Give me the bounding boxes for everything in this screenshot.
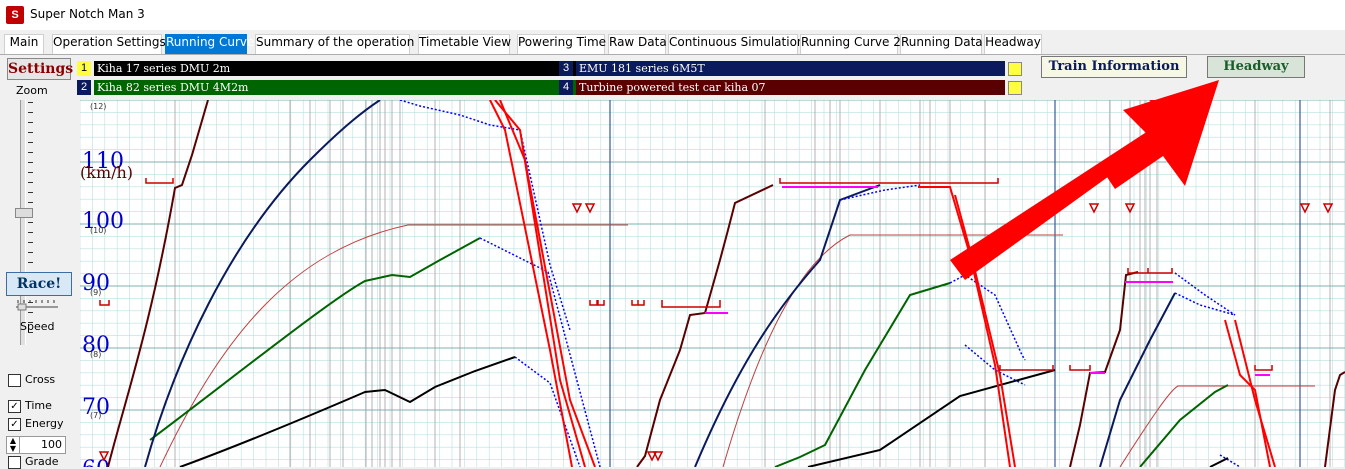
train-number: 2 <box>77 80 91 95</box>
grade-checkbox[interactable] <box>8 456 21 469</box>
zoom-tick <box>28 172 33 173</box>
y-small-label: (8) <box>90 350 101 359</box>
triangle-icon <box>652 451 664 462</box>
tab-main[interactable]: Main <box>4 34 44 54</box>
series-emu181-3 <box>1099 292 1176 467</box>
annotation-arrow-head-icon <box>1103 80 1219 189</box>
tab-continuous-simulation[interactable]: Continuous Simulation <box>668 34 805 54</box>
triangle-icon <box>1322 203 1334 214</box>
triangle-icon <box>584 203 596 214</box>
series-kiha17-coast <box>514 356 581 467</box>
window-title: Super Notch Man 3 <box>30 7 145 21</box>
brake-curve-6 <box>1224 319 1271 467</box>
time-label: Time <box>25 399 52 412</box>
speed-label: Speed <box>20 320 55 333</box>
cross-label: Cross <box>25 373 56 386</box>
series-turbine-4 <box>1324 371 1345 467</box>
train-name[interactable]: Kiha 82 series DMU 4M2m <box>94 80 597 95</box>
zoom-tick <box>28 122 33 123</box>
time-checkbox[interactable]: ✓ <box>8 400 21 413</box>
zoom-tick <box>28 162 33 163</box>
zoom-slider-thumb[interactable] <box>15 208 33 218</box>
tab-operation-settings[interactable]: Operation Settings <box>52 34 166 54</box>
zoom-tick <box>28 102 33 103</box>
train-name[interactable]: Kiha 17 series DMU 2m <box>94 61 597 76</box>
grade-label: Grade <box>25 455 59 468</box>
left-panel: Zoom Race! Speed Cross ✓ Time ✓ Energy ▲… <box>0 80 78 469</box>
zoom-tick <box>28 192 33 193</box>
series-emu181-coast-4 <box>1174 272 1236 316</box>
series-kiha82-3 <box>1139 384 1229 467</box>
tab-running-curve[interactable]: Running Curve <box>165 34 254 54</box>
stepper-value: 100 <box>41 438 62 451</box>
limit-curve-2 <box>722 234 1063 467</box>
zoom-tick <box>28 252 33 253</box>
tab-powering-time[interactable]: Powering Time <box>517 34 606 54</box>
series-emu181-coast <box>399 100 571 331</box>
tab-timetable-view[interactable]: Timetable View <box>418 34 511 54</box>
zoom-tick <box>28 132 33 133</box>
tab-summary-operation[interactable]: Summary of the operation <box>255 34 414 54</box>
cross-checkbox[interactable] <box>8 374 21 387</box>
series-turbine-2 <box>636 184 774 467</box>
tab-headway[interactable]: Headway <box>984 34 1042 54</box>
y-small-label: (7) <box>90 411 101 420</box>
stepper-arrows-icon[interactable]: ▲ ▼ <box>7 437 20 453</box>
zoom-label: Zoom <box>16 84 48 97</box>
zoom-tick <box>28 232 33 233</box>
y-small-label: (12) <box>90 102 106 111</box>
tab-running-data[interactable]: Running Data <box>900 34 983 54</box>
zoom-tick <box>28 202 33 203</box>
train-color-swatch[interactable] <box>1008 62 1022 76</box>
train-name[interactable]: Turbine powered test car kiha 07 <box>576 80 1005 95</box>
train-number: 1 <box>77 61 91 76</box>
zoom-tick <box>28 242 33 243</box>
zoom-tick <box>28 262 33 263</box>
speed-slider[interactable] <box>16 297 58 311</box>
series-emu181-2 <box>694 184 881 467</box>
brake-curve-2 <box>494 100 586 467</box>
zoom-tick <box>28 142 33 143</box>
zoom-tick <box>28 152 33 153</box>
y-small-label: (9) <box>90 288 101 297</box>
value-stepper[interactable]: ▲ ▼ 100 <box>6 436 66 454</box>
tab-raw-data[interactable]: Raw Data <box>608 34 667 54</box>
y-axis-labels: 110 100 90 80 70 60 <box>82 149 124 467</box>
tab-bar: Main Operation Settings Running Curve Su… <box>0 32 1345 55</box>
train-color-swatch[interactable] <box>1008 81 1022 95</box>
limit-bracket <box>1069 365 1091 371</box>
train-number: 3 <box>559 61 573 76</box>
limit-bracket <box>145 178 174 184</box>
limit-bracket <box>1254 365 1273 371</box>
series-kiha17-2 <box>807 369 1056 467</box>
triangle-icon <box>571 203 583 214</box>
series-kiha17 <box>179 356 516 467</box>
title-bar: S Super Notch Man 3 <box>0 0 1345 30</box>
zoom-tick <box>28 312 33 313</box>
settings-button[interactable]: Settings <box>7 58 73 80</box>
train-name[interactable]: EMU 181 series 6M5T <box>576 61 1005 76</box>
energy-label: Energy <box>25 417 64 430</box>
series-emu181 <box>144 100 381 467</box>
race-button[interactable]: Race! <box>6 272 72 296</box>
series-emu181-coast-3 <box>1174 292 1236 316</box>
y-small-label: (10) <box>90 226 106 235</box>
zoom-tick <box>28 222 33 223</box>
limit-bracket <box>779 178 999 184</box>
tab-running-curve-2[interactable]: Running Curve 2 <box>800 34 901 54</box>
limit-bracket <box>631 300 645 306</box>
app-icon: S <box>6 6 24 24</box>
zoom-tick <box>28 182 33 183</box>
y-axis-unit: (km/h) <box>80 163 133 182</box>
limit-bracket <box>589 300 605 306</box>
limit-bracket <box>999 365 1054 371</box>
train-number: 4 <box>559 80 573 95</box>
limit-bracket <box>661 300 721 308</box>
y-tick-label: 60 <box>82 457 110 467</box>
series-kiha82-coast-2 <box>949 274 1026 361</box>
zoom-tick <box>28 112 33 113</box>
energy-checkbox[interactable]: ✓ <box>8 418 21 431</box>
brake-curve-1 <box>489 100 573 467</box>
